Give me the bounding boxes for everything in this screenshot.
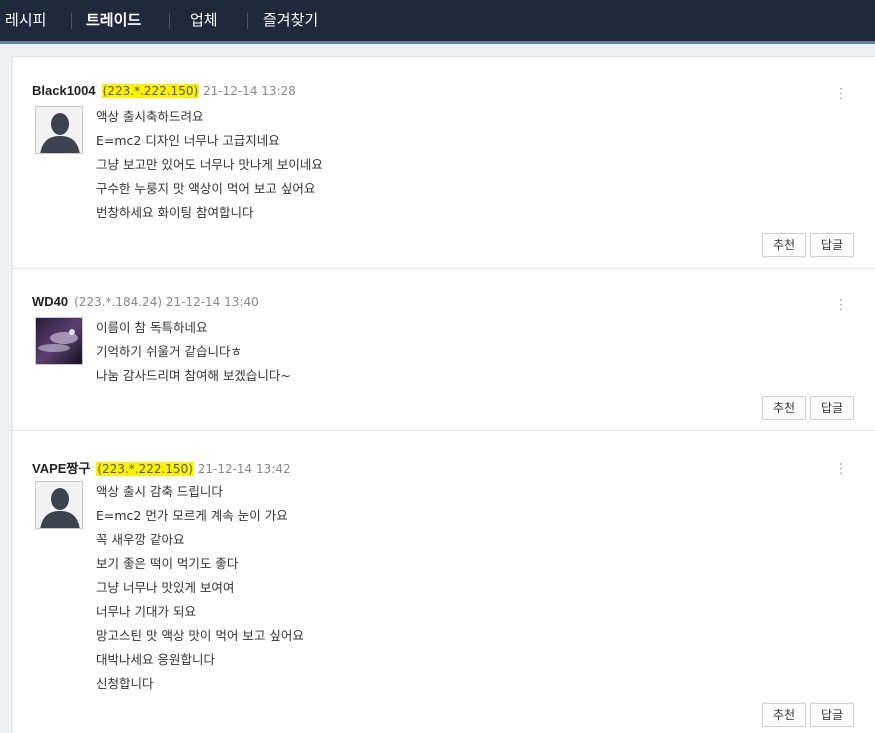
nav-divider [71,13,72,29]
comment-line: 액상 출시축하드려요 [96,109,204,124]
comment-item: VAPE짱구 (223.*.222.150) 21-12-14 13:42 ⋮ 액… [13,431,875,733]
avatar [35,481,83,529]
photo-avatar-icon [36,318,82,364]
nav-item-trade[interactable]: 트레이드 [86,0,141,41]
nav-divider [169,13,170,29]
comment-date: 21-12-14 13:42 [197,462,291,476]
avatar [35,106,83,154]
comment-line: 나눔 감사드리며 참여해 보겠습니다~ [96,368,291,383]
comment-date: 21-12-14 13:28 [202,84,296,98]
more-options-icon[interactable]: ⋮ [834,298,848,312]
comment-body: 이름이 참 독특하네요 기억하기 쉬울거 같습니다ㅎ 나눔 감사드리며 참여해 … [96,316,291,388]
nav-divider [247,13,248,29]
recommend-button[interactable]: 추천 [762,233,806,257]
comment-item: Black1004 (223.*.222.150) 21-12-14 13:28 … [13,57,875,269]
nav-item-recipe[interactable]: 레시피 [5,0,46,41]
comment-ip: (223.*.184.24) [74,295,163,309]
comment-line: 그냥 너무나 맛있게 보여여 [96,580,235,595]
comment-date: 21-12-14 13:40 [165,295,259,309]
comment-ip: (223.*.222.150) [96,462,194,476]
comment-line: 보기 좋은 떡이 먹기도 좋다 [96,556,239,571]
default-avatar-icon [36,482,82,528]
comment-author[interactable]: VAPE짱구 [32,461,90,476]
comment-author[interactable]: WD40 [32,294,68,309]
nav-item-favorites[interactable]: 즐겨찾기 [263,0,318,41]
reply-button[interactable]: 답글 [810,233,854,257]
comment-line: 너무나 기대가 되요 [96,604,196,619]
comment-line: 구수한 누룽지 맛 액상이 먹어 보고 싶어요 [96,181,316,196]
reply-button[interactable]: 답글 [810,703,854,727]
more-options-icon[interactable]: ⋮ [834,87,848,101]
recommend-button[interactable]: 추천 [762,703,806,727]
nav-item-vendors[interactable]: 업체 [190,0,218,41]
comment-meta: VAPE짱구 (223.*.222.150) 21-12-14 13:42 [32,458,291,477]
comment-line: 번창하세요 화이팅 참여합니다 [96,205,254,220]
default-avatar-icon [36,107,82,153]
reply-button[interactable]: 답글 [810,396,854,420]
top-navigation: 레시피 트레이드 업체 즐겨찾기 [0,0,875,44]
comment-meta: Black1004 (223.*.222.150) 21-12-14 13:28 [32,83,296,98]
recommend-button[interactable]: 추천 [762,396,806,420]
comment-line: 이름이 참 독특하네요 [96,320,208,335]
comment-line: 신청합니다 [96,676,154,691]
comment-line: E=mc2 먼가 모르게 계속 눈이 가요 [96,508,288,523]
comment-line: 대박나세요 응원합니다 [96,652,215,667]
comment-meta: WD40 (223.*.184.24) 21-12-14 13:40 [32,294,259,309]
comment-line: 그냥 보고만 있어도 너무나 맛나게 보이네요 [96,157,323,172]
comment-body: 액상 출시 감축 드립니다 E=mc2 먼가 모르게 계속 눈이 가요 꼭 새우… [96,480,304,696]
comment-line: E=mc2 디자인 너무나 고급지네요 [96,133,280,148]
comment-ip: (223.*.222.150) [101,84,200,98]
comment-line: 액상 출시 감축 드립니다 [96,484,223,499]
comment-body: 액상 출시축하드려요 E=mc2 디자인 너무나 고급지네요 그냥 보고만 있어… [96,105,323,225]
comment-line: 꼭 새우깡 같아요 [96,532,185,547]
comment-line: 망고스틴 맛 액상 맛이 먹어 보고 싶어요 [96,628,304,643]
comment-author[interactable]: Black1004 [32,83,96,98]
more-options-icon[interactable]: ⋮ [834,462,848,476]
comment-line: 기억하기 쉬울거 같습니다ㅎ [96,344,242,359]
comment-list: Black1004 (223.*.222.150) 21-12-14 13:28 … [12,56,875,733]
comment-item: WD40 (223.*.184.24) 21-12-14 13:40 ⋮ 이름이… [13,269,875,431]
avatar [35,317,83,365]
